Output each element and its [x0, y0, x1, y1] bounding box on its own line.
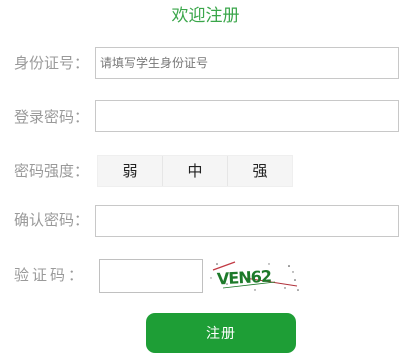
confirm-password-input[interactable] — [95, 205, 399, 237]
strength-weak: 弱 — [98, 156, 163, 186]
password-strength-meter: 弱 中 强 — [97, 155, 293, 187]
password-label: 登录密码： — [14, 108, 90, 126]
captcha-input[interactable] — [99, 259, 203, 293]
captcha-image[interactable]: VEN62 — [205, 258, 301, 294]
register-button[interactable]: 注册 — [146, 313, 296, 353]
id-card-input[interactable] — [95, 47, 399, 79]
strength-medium: 中 — [163, 156, 228, 186]
page-title: 欢迎注册 — [171, 6, 240, 26]
password-input[interactable] — [95, 100, 399, 132]
captcha-label: 验证码： — [14, 266, 87, 284]
strength-strong: 强 — [252, 162, 268, 180]
captcha-text: VEN62 — [217, 267, 272, 289]
strength-label: 密码强度： — [14, 162, 90, 180]
id-card-label: 身份证号： — [14, 54, 90, 72]
confirm-password-label: 确认密码： — [14, 211, 90, 229]
